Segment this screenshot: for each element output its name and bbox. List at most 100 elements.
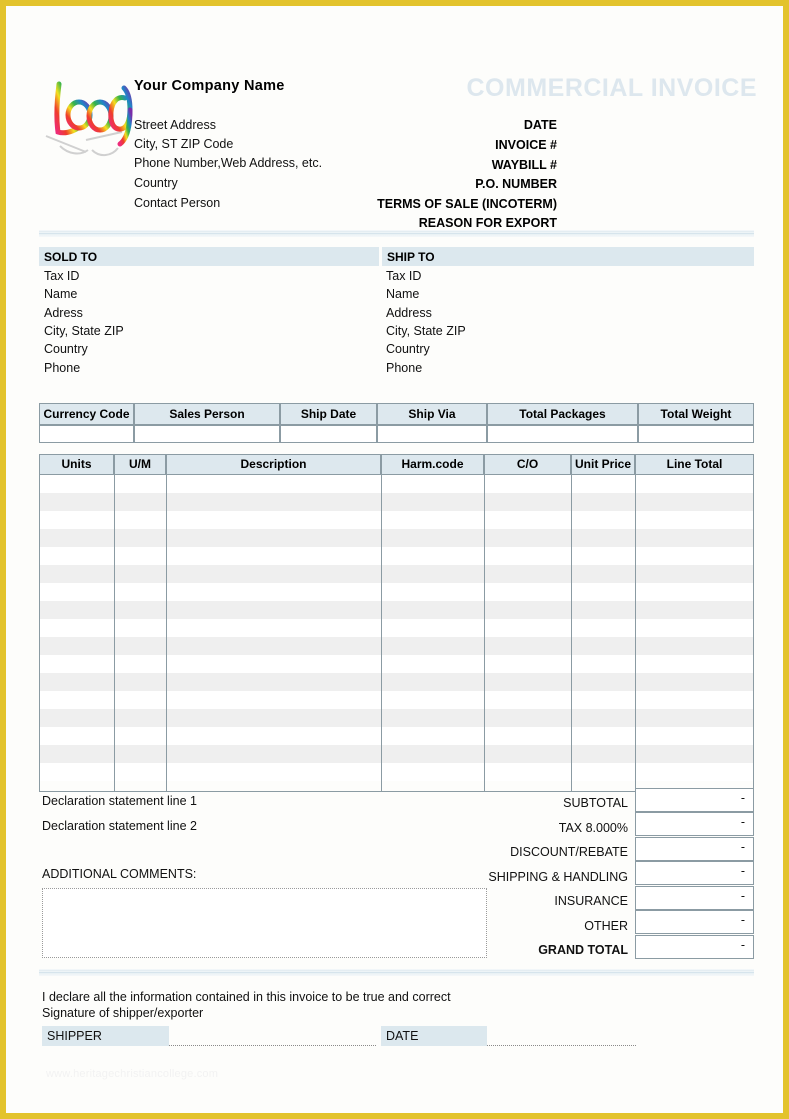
total-label-shipping-handling: SHIPPING & HANDLING bbox=[488, 870, 628, 884]
shipping-value-ship-via[interactable] bbox=[377, 425, 487, 443]
total-value-insurance[interactable]: - bbox=[635, 886, 754, 910]
line-items-rows bbox=[40, 475, 753, 781]
line-items-body[interactable] bbox=[39, 475, 754, 792]
header-field-waybill-number: WAYBILL # bbox=[491, 158, 557, 172]
line-item-row[interactable] bbox=[40, 745, 753, 763]
header-field-date: DATE bbox=[523, 118, 557, 132]
total-label-subtotal: SUBTOTAL bbox=[563, 796, 628, 810]
other-amount: - bbox=[740, 913, 745, 927]
shipping-header-total-weight: Total Weight bbox=[638, 403, 754, 425]
header-field-terms-of-sale: TERMS OF SALE (INCOTERM) bbox=[377, 197, 557, 211]
footer-divider bbox=[39, 969, 754, 976]
total-label-tax: TAX 8.000% bbox=[558, 821, 628, 835]
shipping-header-ship-via: Ship Via bbox=[377, 403, 487, 425]
total-value-other[interactable]: - bbox=[635, 910, 754, 934]
items-column-rule-5 bbox=[571, 475, 572, 791]
total-label-other: OTHER bbox=[584, 919, 628, 933]
shipping-value-ship-date[interactable] bbox=[280, 425, 377, 443]
line-item-row[interactable] bbox=[40, 673, 753, 691]
items-column-rule-3 bbox=[381, 475, 382, 791]
line-item-row[interactable] bbox=[40, 655, 753, 673]
declaration-line-2: Declaration statement line 2 bbox=[42, 819, 197, 833]
subtotal-amount: - bbox=[740, 791, 745, 805]
header-field-invoice-number: INVOICE # bbox=[495, 138, 557, 152]
watermark: www.heritagechristiancollege.com bbox=[46, 1068, 219, 1080]
header-field-reason-for-export: REASON FOR EXPORT bbox=[418, 216, 557, 230]
tax-amount: - bbox=[740, 815, 745, 829]
ship-to-address: Address bbox=[386, 306, 432, 320]
additional-comments-label: ADDITIONAL COMMENTS: bbox=[42, 867, 197, 881]
line-item-row[interactable] bbox=[40, 547, 753, 565]
signature-instruction: Signature of shipper/exporter bbox=[42, 1006, 204, 1020]
sold-to-country: Country bbox=[44, 342, 88, 356]
shipping-value-currency-code[interactable] bbox=[39, 425, 134, 443]
total-label-grand-total: GRAND TOTAL bbox=[538, 943, 628, 957]
sold-to-title: SOLD TO bbox=[44, 250, 98, 264]
ship-to-country: Country bbox=[386, 342, 430, 356]
shipping-value-total-packages[interactable] bbox=[487, 425, 638, 443]
header-divider bbox=[39, 230, 754, 237]
items-column-rule-2 bbox=[166, 475, 167, 791]
invoice-page: Your Company Name Street Address City, S… bbox=[0, 0, 789, 1119]
sold-to-name: Name bbox=[44, 287, 78, 301]
line-item-row[interactable] bbox=[40, 763, 753, 781]
shipping-value-total-weight[interactable] bbox=[638, 425, 754, 443]
line-item-row[interactable] bbox=[40, 619, 753, 637]
declaration-line-1: Declaration statement line 1 bbox=[42, 794, 197, 808]
shipping-header-sales-person: Sales Person bbox=[134, 403, 280, 425]
items-header-unit-price: Unit Price bbox=[571, 454, 635, 475]
total-value-subtotal[interactable]: - bbox=[635, 788, 754, 812]
line-item-row[interactable] bbox=[40, 637, 753, 655]
date-label: DATE bbox=[386, 1029, 419, 1043]
sold-to-city-state-zip: City, State ZIP bbox=[44, 324, 124, 338]
insurance-amount: - bbox=[740, 889, 745, 903]
items-column-rule-1 bbox=[114, 475, 115, 791]
total-value-tax[interactable]: - bbox=[635, 812, 754, 836]
line-item-row[interactable] bbox=[40, 709, 753, 727]
shipper-signature-input[interactable] bbox=[169, 1045, 376, 1046]
ship-to-city-state-zip: City, State ZIP bbox=[386, 324, 466, 338]
sold-to-address: Adress bbox=[44, 306, 83, 320]
discount-rebate-amount: - bbox=[740, 840, 745, 854]
date-signature-input[interactable] bbox=[487, 1045, 636, 1046]
sold-to-header: SOLD TO bbox=[39, 247, 379, 266]
items-header-um: U/M bbox=[114, 454, 166, 475]
shipper-field-label: SHIPPER bbox=[42, 1026, 169, 1046]
items-column-rule-6 bbox=[635, 475, 636, 791]
line-item-row[interactable] bbox=[40, 601, 753, 619]
ship-to-title: SHIP TO bbox=[387, 250, 435, 264]
items-header-co: C/O bbox=[484, 454, 571, 475]
items-header-units: Units bbox=[39, 454, 114, 475]
total-label-insurance: INSURANCE bbox=[554, 894, 628, 908]
ship-to-tax-id: Tax ID bbox=[386, 269, 422, 283]
ship-to-header: SHIP TO bbox=[382, 247, 754, 266]
line-item-row[interactable] bbox=[40, 727, 753, 745]
sold-to-phone: Phone bbox=[44, 361, 81, 375]
header-field-po-number: P.O. NUMBER bbox=[475, 177, 557, 191]
total-value-discount-rebate[interactable]: - bbox=[635, 837, 754, 861]
company-name: Your Company Name bbox=[134, 78, 285, 94]
total-value-grand-total[interactable]: - bbox=[635, 935, 754, 959]
total-label-discount-rebate: DISCOUNT/REBATE bbox=[510, 845, 628, 859]
items-header-description: Description bbox=[166, 454, 381, 475]
date-field-label: DATE bbox=[381, 1026, 487, 1046]
ship-to-name: Name bbox=[386, 287, 420, 301]
line-item-row[interactable] bbox=[40, 565, 753, 583]
line-item-row[interactable] bbox=[40, 511, 753, 529]
items-column-rule-4 bbox=[484, 475, 485, 791]
shipping-handling-amount: - bbox=[740, 864, 745, 878]
document-title: COMMERCIAL INVOICE bbox=[466, 74, 757, 102]
line-item-row[interactable] bbox=[40, 493, 753, 511]
declaration-statement: I declare all the information contained … bbox=[42, 990, 451, 1004]
line-item-row[interactable] bbox=[40, 475, 753, 493]
line-item-row[interactable] bbox=[40, 691, 753, 709]
ship-to-phone: Phone bbox=[386, 361, 423, 375]
shipping-header-currency-code: Currency Code bbox=[39, 403, 134, 425]
line-item-row[interactable] bbox=[40, 529, 753, 547]
shipping-value-sales-person[interactable] bbox=[134, 425, 280, 443]
total-value-shipping-handling[interactable]: - bbox=[635, 861, 754, 885]
shipper-label: SHIPPER bbox=[47, 1029, 102, 1043]
line-item-row[interactable] bbox=[40, 583, 753, 601]
sold-to-tax-id: Tax ID bbox=[44, 269, 80, 283]
shipping-header-ship-date: Ship Date bbox=[280, 403, 377, 425]
